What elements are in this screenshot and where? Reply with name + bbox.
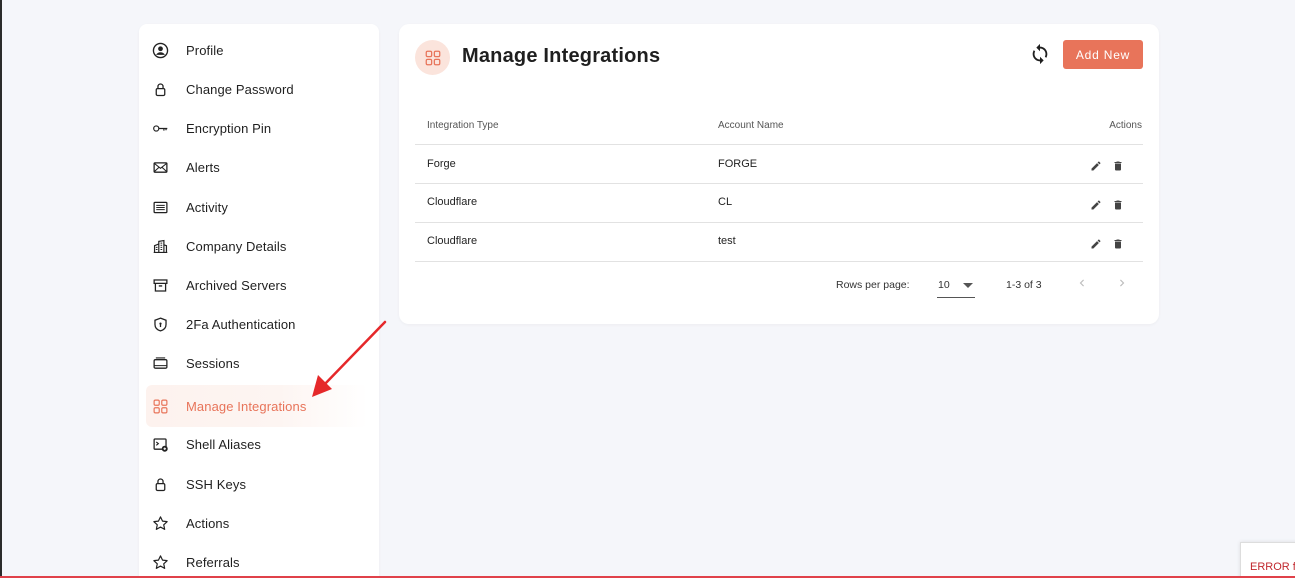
debug-toolbar: [0, 576, 1295, 587]
delete-icon[interactable]: [1112, 198, 1124, 210]
sidebar-item-2fa-authentication[interactable]: 2Fa Authentication: [146, 305, 368, 344]
delete-icon[interactable]: [1112, 159, 1124, 171]
edit-icon[interactable]: [1090, 198, 1102, 210]
sessions-icon: [151, 355, 169, 373]
sidebar-item-company-details[interactable]: Company Details: [146, 227, 368, 266]
delete-icon[interactable]: [1112, 237, 1124, 249]
sidebar-item-label: Change Password: [186, 82, 294, 97]
grid-icon: [415, 40, 450, 75]
lock-icon: [151, 81, 169, 99]
settings-sidebar: Profile Change Password Encryption Pin A…: [139, 24, 379, 587]
rows-per-page-label: Rows per page:: [836, 279, 910, 291]
sidebar-item-label: Sessions: [186, 356, 240, 371]
window-edge: [0, 0, 2, 587]
edit-icon[interactable]: [1090, 237, 1102, 249]
chevron-right-icon[interactable]: [1115, 276, 1129, 290]
archive-icon: [151, 277, 169, 295]
sidebar-item-activity[interactable]: Activity: [146, 188, 368, 227]
envelope-icon: [151, 159, 169, 177]
refresh-icon[interactable]: [1029, 43, 1051, 65]
sidebar-item-label: Archived Servers: [186, 278, 287, 293]
table-row: Cloudflare CL: [415, 184, 1143, 223]
cell-integration-type: Cloudflare: [427, 235, 478, 247]
sidebar-item-label: Encryption Pin: [186, 121, 272, 136]
sidebar-item-label: 2Fa Authentication: [186, 317, 296, 332]
sidebar-item-label: Referrals: [186, 555, 240, 570]
column-header-actions: Actions: [1109, 120, 1142, 131]
sidebar-item-change-password[interactable]: Change Password: [146, 70, 368, 109]
sidebar-item-ssh-keys[interactable]: SSH Keys: [146, 465, 368, 504]
sidebar-item-label: Activity: [186, 200, 228, 215]
sidebar-item-archived-servers[interactable]: Archived Servers: [146, 266, 368, 305]
cell-account-name: test: [718, 235, 736, 247]
building-icon: [151, 238, 169, 256]
table-pagination: Rows per page: 10 1-3 of 3: [415, 268, 1143, 298]
key-icon: [151, 120, 169, 138]
sidebar-item-label: Company Details: [186, 239, 287, 254]
pagination-range: 1-3 of 3: [1006, 279, 1042, 291]
sidebar-item-shell-aliases[interactable]: Shell Aliases: [146, 425, 368, 464]
page-title: Manage Integrations: [462, 45, 661, 67]
sidebar-item-label: Profile: [186, 43, 224, 58]
chevron-left-icon[interactable]: [1075, 276, 1089, 290]
caret-down-icon: [963, 283, 973, 288]
shield-icon: [151, 316, 169, 334]
error-badge-text: ERROR fo: [1250, 561, 1295, 573]
rows-per-page-value: 10: [938, 279, 950, 291]
sidebar-item-profile[interactable]: Profile: [146, 31, 368, 70]
sidebar-item-manage-integrations[interactable]: Manage Integrations: [146, 385, 368, 427]
column-header-integration-type[interactable]: Integration Type: [427, 120, 499, 131]
sidebar-item-label: Alerts: [186, 160, 220, 175]
column-header-account-name[interactable]: Account Name: [718, 120, 784, 131]
table-row: Forge FORGE: [415, 145, 1143, 184]
terminal-icon: [151, 436, 169, 454]
sidebar-item-label: Actions: [186, 516, 230, 531]
integrations-card: Manage Integrations Add New Integration …: [399, 24, 1159, 324]
edit-icon[interactable]: [1090, 159, 1102, 171]
sidebar-item-alerts[interactable]: Alerts: [146, 148, 368, 187]
sidebar-item-sessions[interactable]: Sessions: [146, 344, 368, 383]
sidebar-item-encryption-pin[interactable]: Encryption Pin: [146, 109, 368, 148]
grid-icon: [151, 397, 169, 415]
sidebar-item-label: Shell Aliases: [186, 437, 262, 452]
add-new-button[interactable]: Add New: [1063, 40, 1143, 69]
sidebar-item-label: SSH Keys: [186, 477, 247, 492]
list-icon: [151, 199, 169, 217]
cell-integration-type: Cloudflare: [427, 196, 478, 208]
user-circle-icon: [151, 42, 169, 60]
table-row: Cloudflare test: [415, 223, 1143, 262]
cell-account-name: CL: [718, 196, 733, 208]
sidebar-item-label: Manage Integrations: [186, 398, 307, 414]
integrations-table: Integration Type Account Name Actions Fo…: [415, 106, 1143, 262]
lock-icon: [151, 476, 169, 494]
sidebar-item-actions[interactable]: Actions: [146, 504, 368, 543]
star-icon: [151, 554, 169, 572]
cell-account-name: FORGE: [718, 158, 758, 170]
rows-per-page-select[interactable]: 10: [937, 272, 975, 298]
star-icon: [151, 515, 169, 533]
table-header: Integration Type Account Name Actions: [415, 106, 1143, 145]
cell-integration-type: Forge: [427, 158, 456, 170]
